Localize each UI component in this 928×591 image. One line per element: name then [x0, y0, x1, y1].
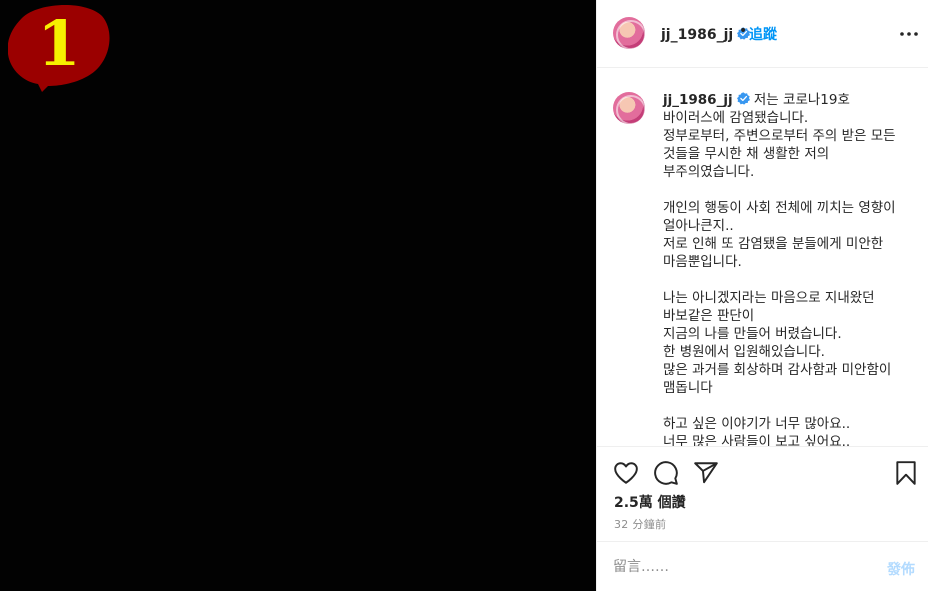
post-header: jj_1986_jj • 追蹤	[597, 0, 928, 68]
comment-icon[interactable]	[653, 460, 679, 486]
caption-section: jj_1986_jj 저는 코로나19호 바이러스에 감염됐습니다. 정부로부터…	[597, 69, 928, 447]
caption-username[interactable]: jj_1986_jj	[663, 92, 733, 108]
follow-button[interactable]: 追蹤	[749, 24, 777, 44]
avatar[interactable]	[613, 92, 645, 124]
username-group: jj_1986_jj	[661, 24, 751, 43]
badge-number: 1	[37, 7, 81, 80]
post-comment-button[interactable]: 發佈	[887, 559, 915, 579]
like-count[interactable]: 2.5萬 個讚	[614, 492, 686, 512]
timestamp[interactable]: 32 分鐘前	[614, 516, 666, 532]
caption: jj_1986_jj 저는 코로나19호 바이러스에 감염됐습니다. 정부로부터…	[663, 91, 915, 447]
post-media[interactable]: 1	[0, 0, 596, 591]
comment-input[interactable]	[613, 557, 863, 577]
separator-dot: •	[739, 23, 748, 39]
more-horizontal-icon[interactable]	[897, 22, 921, 46]
heart-icon[interactable]	[613, 460, 639, 486]
avatar[interactable]	[613, 17, 645, 49]
verified-badge-icon	[736, 92, 750, 105]
caption-text: 저는 코로나19호 바이러스에 감염됐습니다. 정부로부터, 주변으로부터 주의…	[663, 92, 896, 447]
comment-bar: 發佈	[597, 543, 928, 591]
number-badge: 1	[7, 4, 110, 92]
action-bar: 2.5萬 個讚 32 分鐘前	[597, 448, 928, 542]
bookmark-icon[interactable]	[893, 460, 919, 486]
post-panel: jj_1986_jj • 追蹤 jj_1986_jj 저는 코로나19호 바이러…	[596, 0, 928, 591]
username-link[interactable]: jj_1986_jj	[661, 27, 733, 43]
share-icon[interactable]	[693, 460, 719, 486]
